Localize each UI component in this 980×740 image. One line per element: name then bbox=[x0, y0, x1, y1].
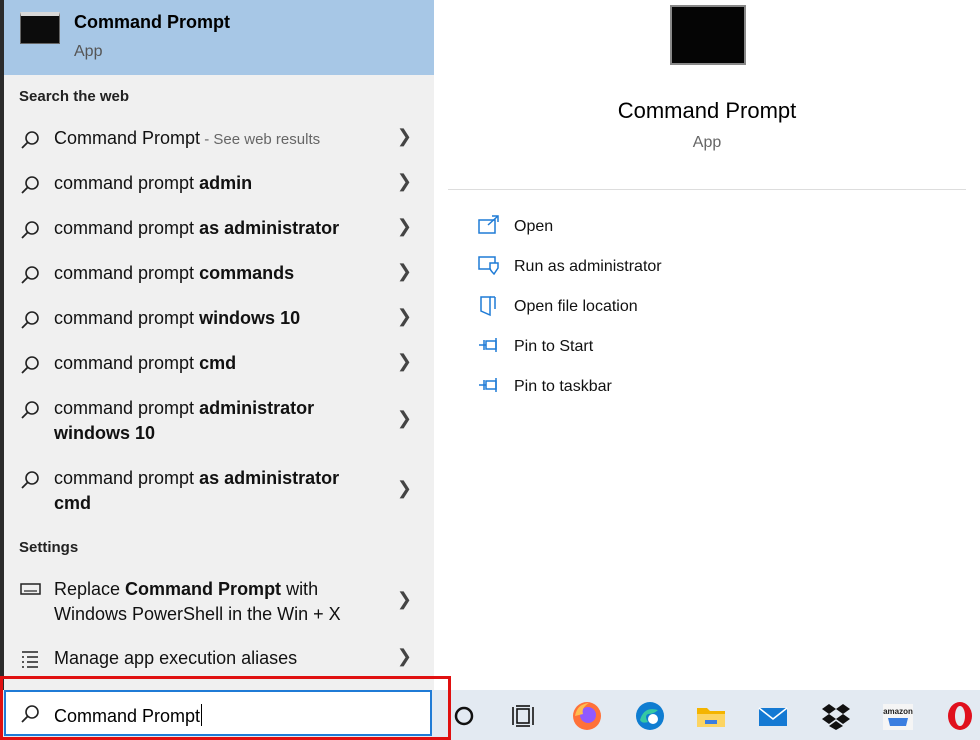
settings-result-item[interactable]: Replace Command Prompt with Windows Power… bbox=[4, 577, 434, 629]
chevron-right-icon[interactable]: ❯ bbox=[397, 646, 412, 667]
action-label: Open file location bbox=[514, 298, 638, 315]
cortana-icon[interactable] bbox=[452, 700, 484, 732]
settings-result-line2: Windows PowerShell in the Win + X bbox=[54, 604, 341, 624]
web-result-bold: windows 10 bbox=[199, 308, 301, 328]
amazon-icon[interactable]: amazon bbox=[882, 700, 914, 732]
action-label: Pin to taskbar bbox=[514, 378, 612, 395]
best-match-title: Command Prompt bbox=[74, 12, 231, 32]
web-result-item[interactable]: command prompt commands ❯ bbox=[4, 261, 434, 287]
web-result-item[interactable]: Command Prompt - See web results ❯ bbox=[4, 126, 434, 152]
search-icon bbox=[21, 176, 39, 194]
preview-pane: Command Prompt App Open Run as administr… bbox=[434, 0, 980, 690]
web-result-text: command prompt bbox=[54, 218, 200, 238]
settings-result-bold: Command Prompt bbox=[125, 579, 282, 599]
search-icon bbox=[21, 356, 39, 374]
web-result-text: command prompt bbox=[54, 468, 200, 488]
command-prompt-app-icon bbox=[20, 12, 60, 44]
highlight-box bbox=[0, 676, 451, 740]
settings-result-post: with bbox=[281, 579, 319, 599]
settings-result-item[interactable]: Manage app execution aliases ❯ bbox=[4, 646, 434, 672]
search-icon bbox=[21, 131, 39, 149]
pin-icon bbox=[479, 338, 497, 352]
shield-icon bbox=[478, 256, 499, 275]
pin-icon bbox=[479, 378, 497, 392]
web-result-bold-line2: windows 10 bbox=[54, 423, 156, 443]
search-icon bbox=[21, 311, 39, 329]
chevron-right-icon[interactable]: ❯ bbox=[397, 408, 412, 429]
best-match-item[interactable]: Command Prompt App bbox=[4, 0, 434, 75]
settings-heading: Settings bbox=[19, 539, 79, 556]
search-web-heading: Search the web bbox=[19, 88, 130, 105]
preview-title: Command Prompt bbox=[617, 98, 797, 123]
action-label: Run as administrator bbox=[514, 258, 662, 275]
chevron-right-icon[interactable]: ❯ bbox=[397, 306, 412, 327]
keyboard-icon bbox=[20, 583, 41, 595]
web-result-item[interactable]: command prompt as administrator ❯ bbox=[4, 216, 434, 242]
chevron-right-icon[interactable]: ❯ bbox=[397, 216, 412, 237]
web-result-text: Command Prompt bbox=[54, 128, 201, 148]
edge-icon[interactable] bbox=[634, 700, 666, 732]
chevron-right-icon[interactable]: ❯ bbox=[397, 126, 412, 147]
web-result-item[interactable]: command prompt as administrator cmd ❯ bbox=[4, 466, 434, 518]
preview-subtitle: App bbox=[692, 134, 722, 151]
web-result-item[interactable]: command prompt admin ❯ bbox=[4, 171, 434, 197]
settings-result-text: Replace bbox=[54, 579, 126, 599]
web-result-text: command prompt bbox=[54, 353, 200, 373]
chevron-right-icon[interactable]: ❯ bbox=[397, 171, 412, 192]
chevron-right-icon[interactable]: ❯ bbox=[397, 589, 412, 610]
web-result-item[interactable]: command prompt windows 10 ❯ bbox=[4, 306, 434, 332]
chevron-right-icon[interactable]: ❯ bbox=[397, 351, 412, 372]
web-result-bold: as administrator bbox=[199, 468, 340, 488]
search-icon bbox=[21, 401, 39, 419]
open-icon bbox=[478, 215, 499, 234]
web-result-text: command prompt bbox=[54, 398, 200, 418]
task-view-icon[interactable] bbox=[508, 700, 540, 732]
action-label: Pin to Start bbox=[514, 338, 594, 355]
chevron-right-icon[interactable]: ❯ bbox=[397, 478, 412, 499]
web-result-bold: as administrator bbox=[199, 218, 340, 238]
action-label: Open bbox=[514, 218, 554, 235]
dropbox-icon[interactable] bbox=[820, 700, 852, 732]
web-result-item[interactable]: command prompt administrator windows 10 ❯ bbox=[4, 396, 434, 448]
web-result-bold: administrator bbox=[199, 398, 315, 418]
web-result-text: command prompt bbox=[54, 308, 200, 328]
search-icon bbox=[21, 471, 39, 489]
settings-result-text: Manage app execution aliases bbox=[54, 648, 298, 668]
best-match-subtitle: App bbox=[74, 43, 103, 60]
mail-icon[interactable] bbox=[757, 700, 789, 732]
search-icon bbox=[21, 266, 39, 284]
web-result-text: command prompt bbox=[54, 263, 200, 283]
web-result-text: command prompt bbox=[54, 173, 200, 193]
folder-location-icon bbox=[480, 296, 496, 317]
command-prompt-large-icon bbox=[670, 5, 746, 65]
firefox-icon[interactable] bbox=[571, 700, 603, 732]
opera-icon[interactable] bbox=[944, 700, 976, 732]
web-result-item[interactable]: command prompt cmd ❯ bbox=[4, 351, 434, 377]
web-result-bold: admin bbox=[199, 173, 253, 193]
chevron-right-icon[interactable]: ❯ bbox=[397, 261, 412, 282]
web-result-bold: commands bbox=[199, 263, 295, 283]
web-result-bold-line2: cmd bbox=[54, 493, 92, 513]
search-icon bbox=[21, 221, 39, 239]
divider bbox=[448, 189, 966, 190]
web-result-bold: cmd bbox=[199, 353, 237, 373]
amazon-label: amazon bbox=[883, 707, 913, 716]
list-settings-icon bbox=[22, 651, 38, 668]
web-result-suffix: - See web results bbox=[200, 131, 321, 148]
results-pane: Command Prompt App Search the web Comman… bbox=[0, 0, 434, 690]
file-explorer-icon[interactable] bbox=[695, 700, 727, 732]
